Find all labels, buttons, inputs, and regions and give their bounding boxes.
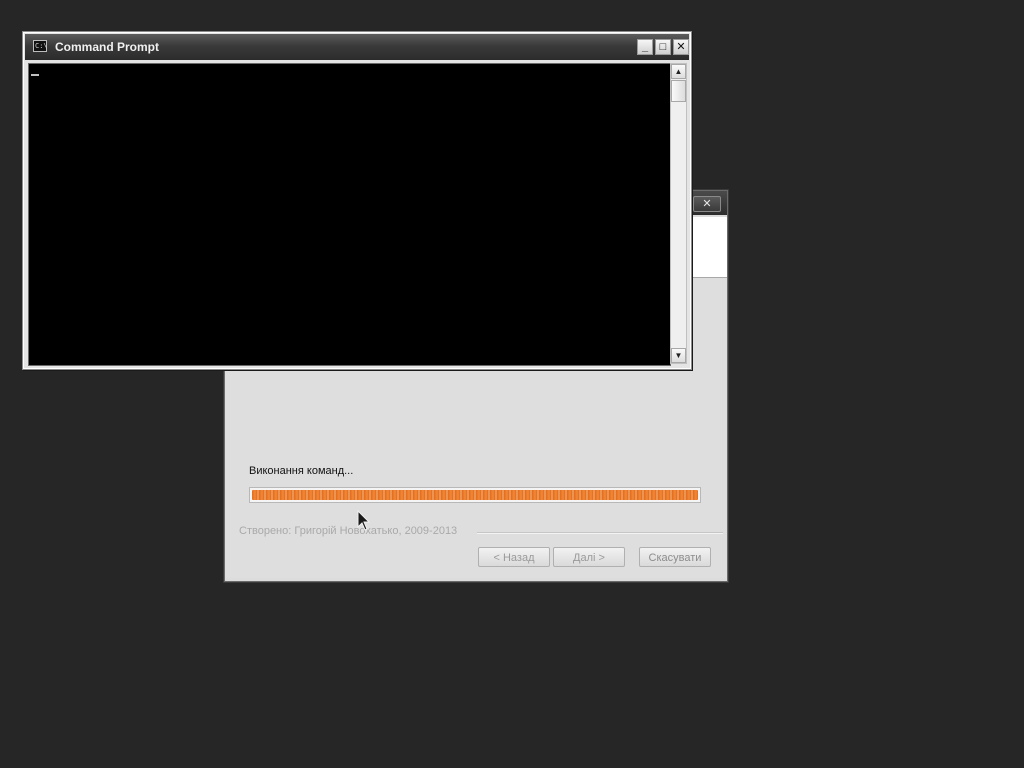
installer-close-button[interactable]: ✕ — [693, 196, 721, 212]
cancel-button[interactable]: Скасувати — [639, 547, 711, 567]
back-button[interactable]: < Назад — [478, 547, 550, 567]
scroll-thumb[interactable] — [671, 80, 686, 102]
close-icon: ✕ — [702, 198, 712, 210]
vertical-scrollbar[interactable]: ▲ ▼ — [670, 63, 687, 364]
text-cursor — [31, 74, 39, 76]
mouse-pointer-icon — [357, 510, 371, 531]
credit-line: Створено: Григорій Новохатько, 2009-2013 — [239, 525, 723, 539]
close-button[interactable]: ✕ — [673, 39, 689, 55]
progress-bar — [249, 487, 701, 503]
maximize-button[interactable]: □ — [655, 39, 671, 55]
progress-bar-fill — [252, 490, 698, 500]
progress-status-text: Виконання команд... — [249, 465, 354, 477]
desktop: ✕ Виконання команд... Створено: Григорій… — [0, 0, 1024, 768]
close-icon: ✕ — [676, 41, 686, 53]
command-prompt-titlebar[interactable]: C:\ Command Prompt _ □ ✕ — [25, 34, 689, 60]
console-area[interactable] — [28, 63, 671, 366]
cmd-icon[interactable]: C:\ — [33, 40, 48, 52]
maximize-icon: □ — [659, 41, 667, 53]
command-prompt-window: C:\ Command Prompt _ □ ✕ ▲ ▼ — [22, 31, 692, 370]
minimize-button[interactable]: _ — [637, 39, 653, 55]
window-title: Command Prompt — [55, 40, 160, 54]
next-button[interactable]: Далі > — [553, 547, 625, 567]
scroll-up-button[interactable]: ▲ — [671, 64, 686, 79]
divider — [477, 532, 723, 534]
minimize-icon: _ — [641, 41, 649, 53]
arrow-up-icon: ▲ — [674, 67, 683, 76]
scroll-down-button[interactable]: ▼ — [671, 348, 686, 363]
arrow-down-icon: ▼ — [674, 351, 683, 360]
credit-text: Створено: Григорій Новохатько, 2009-2013 — [239, 525, 458, 537]
